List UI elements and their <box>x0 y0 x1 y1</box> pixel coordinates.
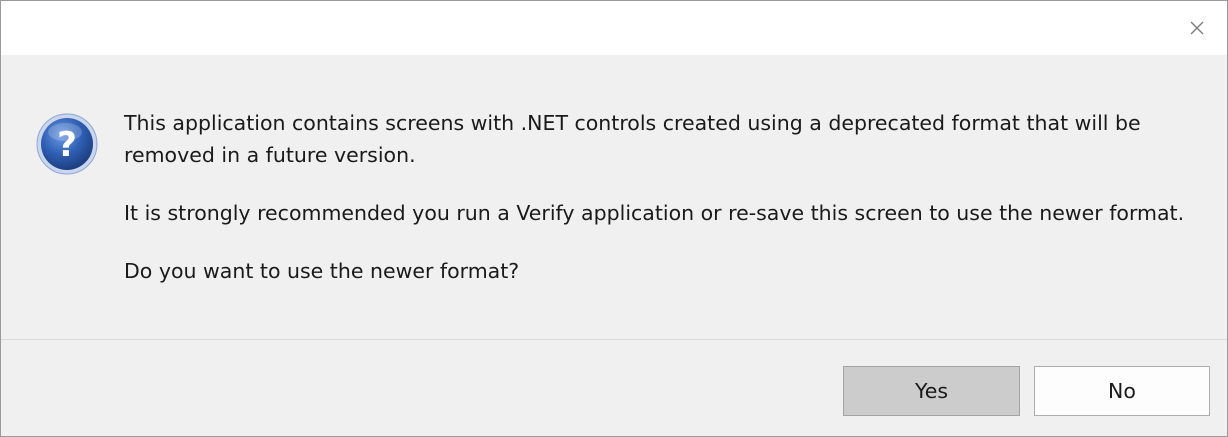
message-line: It is strongly recommended you run a Ver… <box>124 201 1185 225</box>
message-line: Do you want to use the newer format? <box>124 259 520 283</box>
button-bar: Yes No <box>1 340 1227 436</box>
close-icon <box>1190 21 1204 35</box>
question-icon: ? <box>36 113 98 175</box>
message-text: This application contains screens with .… <box>124 107 1209 287</box>
question-glyph: ? <box>57 125 77 165</box>
dialog-content: ? This application contains screens with… <box>1 55 1227 339</box>
yes-button[interactable]: Yes <box>843 366 1020 416</box>
message-line: This application contains screens with .… <box>124 111 1141 135</box>
no-button[interactable]: No <box>1034 366 1210 416</box>
message-dialog: ? This application contains screens with… <box>0 0 1228 437</box>
title-bar <box>1 1 1227 55</box>
message-line: removed in a future version. <box>124 143 416 167</box>
close-button[interactable] <box>1177 11 1217 45</box>
